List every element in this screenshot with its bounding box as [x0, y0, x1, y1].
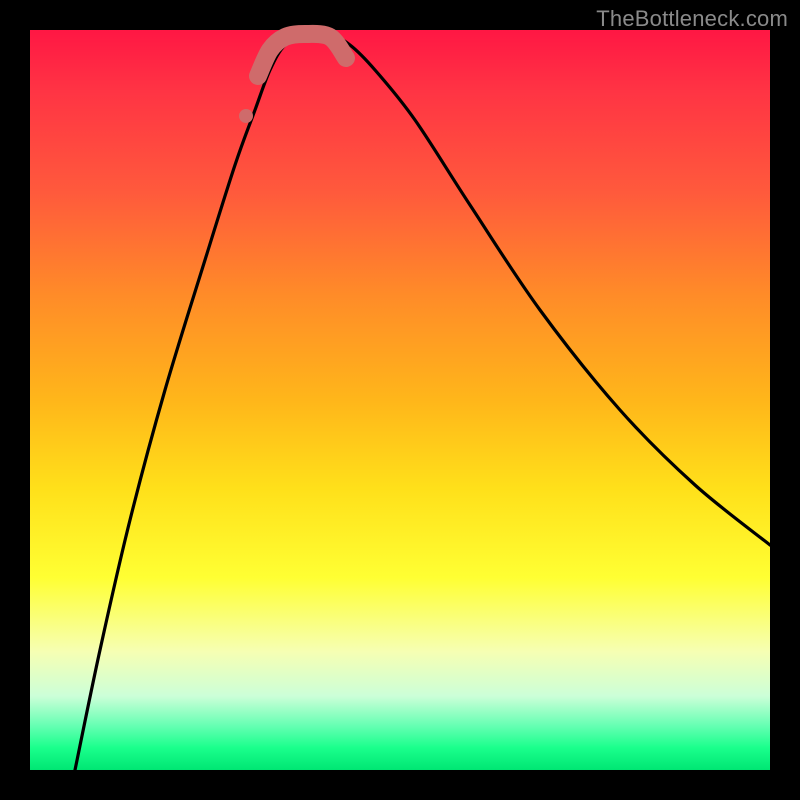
watermark-text: TheBottleneck.com [596, 6, 788, 32]
chart-svg [30, 30, 770, 770]
bottleneck-curve [75, 34, 770, 770]
bottom-marker-dot [239, 109, 253, 123]
chart-frame: TheBottleneck.com [0, 0, 800, 800]
